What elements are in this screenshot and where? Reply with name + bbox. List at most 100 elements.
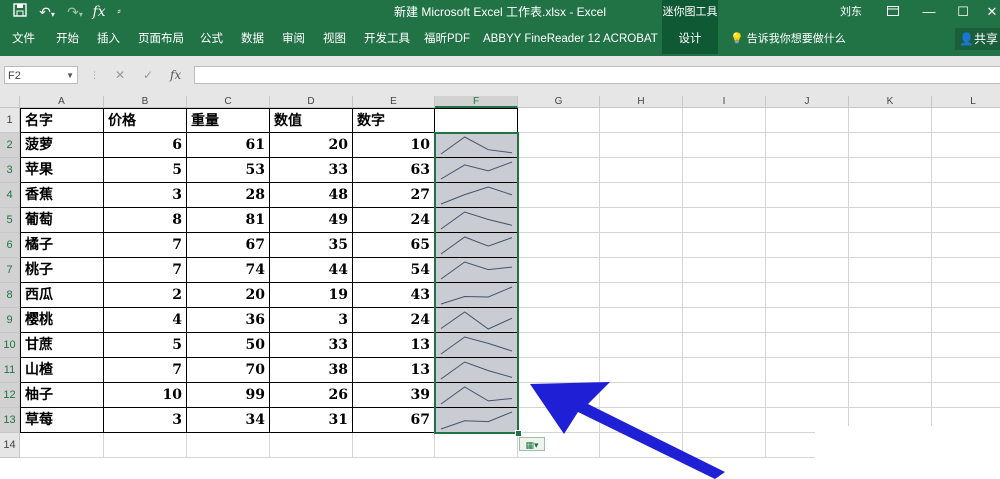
cell-a9[interactable]: 樱桃 <box>20 308 104 333</box>
cell-k12[interactable] <box>849 383 932 408</box>
cell-d8[interactable]: 19 <box>270 283 353 308</box>
sparkline-cell-f8[interactable] <box>435 283 518 308</box>
cell-b4[interactable]: 3 <box>104 183 187 208</box>
cell-c4[interactable]: 28 <box>187 183 270 208</box>
sparkline-cell-f6[interactable] <box>435 233 518 258</box>
sparkline-cell-f7[interactable] <box>435 258 518 283</box>
cell-k9[interactable] <box>849 308 932 333</box>
sparkline-cell-f5[interactable] <box>435 208 518 233</box>
tab-view[interactable]: 视图 <box>323 24 346 54</box>
column-header-b[interactable]: B <box>104 96 187 108</box>
tab-developer[interactable]: 开发工具 <box>364 24 410 54</box>
sparkline-cell-f9[interactable] <box>435 308 518 333</box>
cell-k11[interactable] <box>849 358 932 383</box>
cell-b8[interactable]: 2 <box>104 283 187 308</box>
cell-a8[interactable]: 西瓜 <box>20 283 104 308</box>
tab-abbyy[interactable]: ABBYY FineReader 12 <box>483 24 600 54</box>
cell-j4[interactable] <box>766 183 849 208</box>
user-name[interactable]: 刘东 <box>840 0 862 24</box>
cell-i9[interactable] <box>683 308 766 333</box>
cell-j7[interactable] <box>766 258 849 283</box>
row-header-8[interactable]: 8 <box>0 283 20 308</box>
cell-c3[interactable]: 53 <box>187 158 270 183</box>
cell-g2[interactable] <box>518 133 600 158</box>
cell-e11[interactable]: 13 <box>353 358 435 383</box>
cell-e3[interactable]: 63 <box>353 158 435 183</box>
row-header-4[interactable]: 4 <box>0 183 20 208</box>
row-header-13[interactable]: 13 <box>0 408 20 433</box>
column-header-f[interactable]: F <box>435 96 518 108</box>
cell-g7[interactable] <box>518 258 600 283</box>
sparkline-cell-f10[interactable] <box>435 333 518 358</box>
cell-d14[interactable] <box>270 433 353 458</box>
cell-a14[interactable] <box>20 433 104 458</box>
cell-k7[interactable] <box>849 258 932 283</box>
cell-e2[interactable]: 10 <box>353 133 435 158</box>
cell-d6[interactable]: 35 <box>270 233 353 258</box>
column-header-a[interactable]: A <box>20 96 104 108</box>
select-all-corner[interactable] <box>0 96 20 108</box>
cell-h7[interactable] <box>600 258 683 283</box>
column-header-i[interactable]: I <box>683 96 766 108</box>
cell-g8[interactable] <box>518 283 600 308</box>
cell-j9[interactable] <box>766 308 849 333</box>
tab-insert[interactable]: 插入 <box>97 24 120 54</box>
cell-h5[interactable] <box>600 208 683 233</box>
sparkline-cell-f2[interactable] <box>435 133 518 158</box>
cell-a13[interactable]: 草莓 <box>20 408 104 433</box>
cell-h9[interactable] <box>600 308 683 333</box>
cell-d12[interactable]: 26 <box>270 383 353 408</box>
cell-h8[interactable] <box>600 283 683 308</box>
cell-l7[interactable] <box>932 258 1000 283</box>
cell-e8[interactable]: 43 <box>353 283 435 308</box>
header-cell-e[interactable]: 数字 <box>353 108 435 133</box>
cell-e4[interactable]: 27 <box>353 183 435 208</box>
cell-g9[interactable] <box>518 308 600 333</box>
cell-b10[interactable]: 5 <box>104 333 187 358</box>
cell-c7[interactable]: 74 <box>187 258 270 283</box>
cell-g1[interactable] <box>518 108 600 133</box>
cell-a3[interactable]: 苹果 <box>20 158 104 183</box>
cell-d7[interactable]: 44 <box>270 258 353 283</box>
column-header-h[interactable]: H <box>600 96 683 108</box>
tab-formulas[interactable]: 公式 <box>200 24 223 54</box>
row-header-7[interactable]: 7 <box>0 258 20 283</box>
tab-file[interactable]: 文件 <box>12 24 35 54</box>
sparkline-cell-f3[interactable] <box>435 158 518 183</box>
cell-b6[interactable]: 7 <box>104 233 187 258</box>
cell-i3[interactable] <box>683 158 766 183</box>
cell-i5[interactable] <box>683 208 766 233</box>
cell-j11[interactable] <box>766 358 849 383</box>
cell-c12[interactable]: 99 <box>187 383 270 408</box>
cell-l4[interactable] <box>932 183 1000 208</box>
cell-j6[interactable] <box>766 233 849 258</box>
header-cell-a[interactable]: 名字 <box>20 108 104 133</box>
ribbon-display-icon[interactable] <box>876 0 910 24</box>
cell-d10[interactable]: 33 <box>270 333 353 358</box>
cell-j1[interactable] <box>766 108 849 133</box>
cell-k8[interactable] <box>849 283 932 308</box>
cell-b3[interactable]: 5 <box>104 158 187 183</box>
cell-h6[interactable] <box>600 233 683 258</box>
cell-e7[interactable]: 54 <box>353 258 435 283</box>
cell-h1[interactable] <box>600 108 683 133</box>
cell-e5[interactable]: 24 <box>353 208 435 233</box>
cell-l12[interactable] <box>932 383 1000 408</box>
cell-g10[interactable] <box>518 333 600 358</box>
tab-page-layout[interactable]: 页面布局 <box>138 24 184 54</box>
cell-c5[interactable]: 81 <box>187 208 270 233</box>
cell-b13[interactable]: 3 <box>104 408 187 433</box>
cell-j12[interactable] <box>766 383 849 408</box>
cell-k10[interactable] <box>849 333 932 358</box>
row-header-11[interactable]: 11 <box>0 358 20 383</box>
cell-i4[interactable] <box>683 183 766 208</box>
cell-g6[interactable] <box>518 233 600 258</box>
cell-d9[interactable]: 3 <box>270 308 353 333</box>
insert-function-button[interactable]: fx <box>170 66 181 84</box>
tab-acrobat[interactable]: ACROBAT <box>603 24 658 54</box>
row-header-1[interactable]: 1 <box>0 108 20 133</box>
column-header-c[interactable]: C <box>187 96 270 108</box>
tab-sparkline-design[interactable]: 设计 <box>662 24 718 54</box>
cell-e12[interactable]: 39 <box>353 383 435 408</box>
column-header-g[interactable]: G <box>518 96 600 108</box>
